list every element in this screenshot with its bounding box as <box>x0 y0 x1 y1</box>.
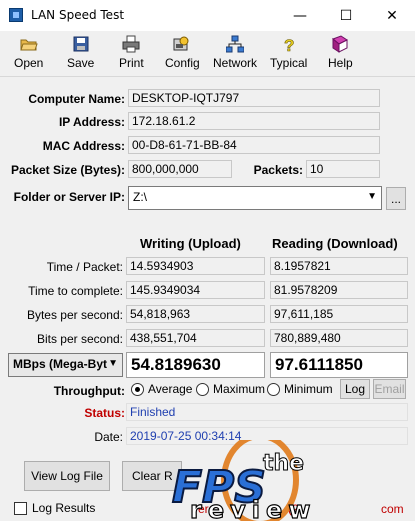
svg-text:?: ? <box>284 36 294 53</box>
question-icon: ? <box>283 36 294 53</box>
open-button[interactable]: Open <box>14 35 43 73</box>
radio-circle-icon <box>131 382 144 396</box>
read-time-to-complete: 81.9578209 <box>270 281 408 299</box>
time-per-packet-label: Time / Packet: <box>46 260 123 274</box>
fps-review-watermark: the FPS review <box>171 440 316 521</box>
view-log-file-button[interactable]: View Log File <box>24 461 110 491</box>
radio-maximum-label: Maximum <box>213 382 266 396</box>
radio-circle-icon <box>267 382 280 396</box>
read-bytes-per-second: 97,611,185 <box>270 305 408 323</box>
read-result-value: 97.6111850 <box>270 352 408 378</box>
packet-size-label: Packet Size (Bytes): <box>10 163 125 177</box>
folder-server-label: Folder or Server IP: <box>13 190 125 204</box>
ip-address-field: 172.18.61.2 <box>128 112 380 130</box>
watermark-review: review <box>190 496 316 521</box>
radio-minimum-label: Minimum <box>284 382 333 396</box>
print-label: Print <box>119 56 144 70</box>
read-bits-per-second: 780,889,480 <box>270 329 408 347</box>
network-icon <box>226 35 244 53</box>
print-button[interactable]: Print <box>119 35 144 73</box>
computer-name-label: Computer Name: <box>28 92 125 106</box>
minimize-button[interactable]: — <box>277 0 323 31</box>
typical-label: Typical <box>270 56 308 70</box>
save-label: Save <box>67 56 95 70</box>
write-result-value: 54.8189630 <box>126 352 265 378</box>
packet-size-field: 800,000,000 <box>128 160 232 178</box>
maximize-button[interactable]: ☐ <box>323 0 369 31</box>
write-time-to-complete: 145.9349034 <box>126 281 265 299</box>
close-button[interactable]: ✕ <box>369 0 415 31</box>
log-results-checkbox[interactable]: Log Results <box>14 501 95 515</box>
open-label: Open <box>14 56 44 70</box>
radio-maximum[interactable]: Maximum <box>196 382 265 396</box>
network-label: Network <box>213 56 258 70</box>
write-bytes-per-second: 54,818,963 <box>126 305 265 323</box>
help-button[interactable]: Help <box>328 35 353 73</box>
chevron-down-icon: ▼ <box>367 191 377 202</box>
save-button[interactable]: Save <box>67 35 94 73</box>
write-time-per-packet: 14.5934903 <box>126 257 265 275</box>
config-label: Config <box>165 56 200 70</box>
read-time-per-packet: 8.1957821 <box>270 257 408 275</box>
unit-select-value: MBps (Mega-Byt <box>13 357 108 371</box>
folder-server-select[interactable]: Z:\ ▼ <box>128 186 382 210</box>
save-icon <box>73 36 89 52</box>
ip-address-label: IP Address: <box>58 115 125 129</box>
time-to-complete-label: Time to complete: <box>28 284 123 298</box>
unit-select[interactable]: MBps (Mega-Byt ▼ <box>8 353 123 377</box>
computer-name-field: DESKTOP-IQTJ797 <box>128 89 380 107</box>
config-icon <box>173 36 189 51</box>
title-bar: LAN Speed Test — ☐ ✕ <box>0 0 415 31</box>
help-label: Help <box>328 56 353 70</box>
radio-circle-icon <box>196 382 209 396</box>
window-title: LAN Speed Test <box>31 8 125 22</box>
mac-address-field: 00-D8-61-71-BB-84 <box>128 136 380 154</box>
packets-label: Packets: <box>253 163 303 177</box>
bytes-per-second-label: Bytes per second: <box>26 308 123 322</box>
radio-average-label: Average <box>148 382 193 396</box>
mac-address-label: MAC Address: <box>42 139 125 153</box>
chevron-down-icon: ▼ <box>108 358 118 369</box>
date-label: Date: <box>94 430 123 444</box>
throughput-label: Throughput: <box>53 384 125 398</box>
log-button[interactable]: Log <box>340 379 370 399</box>
printer-icon <box>122 35 140 53</box>
browse-button[interactable]: ... <box>386 187 406 210</box>
typical-button[interactable]: ? Typical <box>270 35 307 73</box>
folder-open-icon <box>19 39 38 51</box>
write-bits-per-second: 438,551,704 <box>126 329 265 347</box>
status-label: Status: <box>84 406 125 420</box>
log-results-label: Log Results <box>32 501 96 515</box>
config-button[interactable]: Config <box>165 35 200 73</box>
status-value: Finished <box>126 403 408 421</box>
reading-heading: Reading (Download) <box>272 236 398 251</box>
help-book-icon <box>332 35 349 53</box>
network-button[interactable]: Network <box>213 35 257 73</box>
folder-server-value: Z:\ <box>133 190 147 204</box>
app-icon <box>9 8 23 22</box>
radio-minimum[interactable]: Minimum <box>267 382 333 396</box>
email-button[interactable]: Email <box>373 379 406 399</box>
bits-per-second-label: Bits per second: <box>36 332 123 346</box>
watermark-the: the <box>263 451 304 476</box>
toolbar: Open Save Print Config Network ? Typical… <box>0 31 415 77</box>
writing-heading: Writing (Upload) <box>140 236 241 251</box>
packets-field: 10 <box>306 160 380 178</box>
radio-average[interactable]: Average <box>131 382 192 396</box>
checkbox-box-icon <box>14 501 27 515</box>
